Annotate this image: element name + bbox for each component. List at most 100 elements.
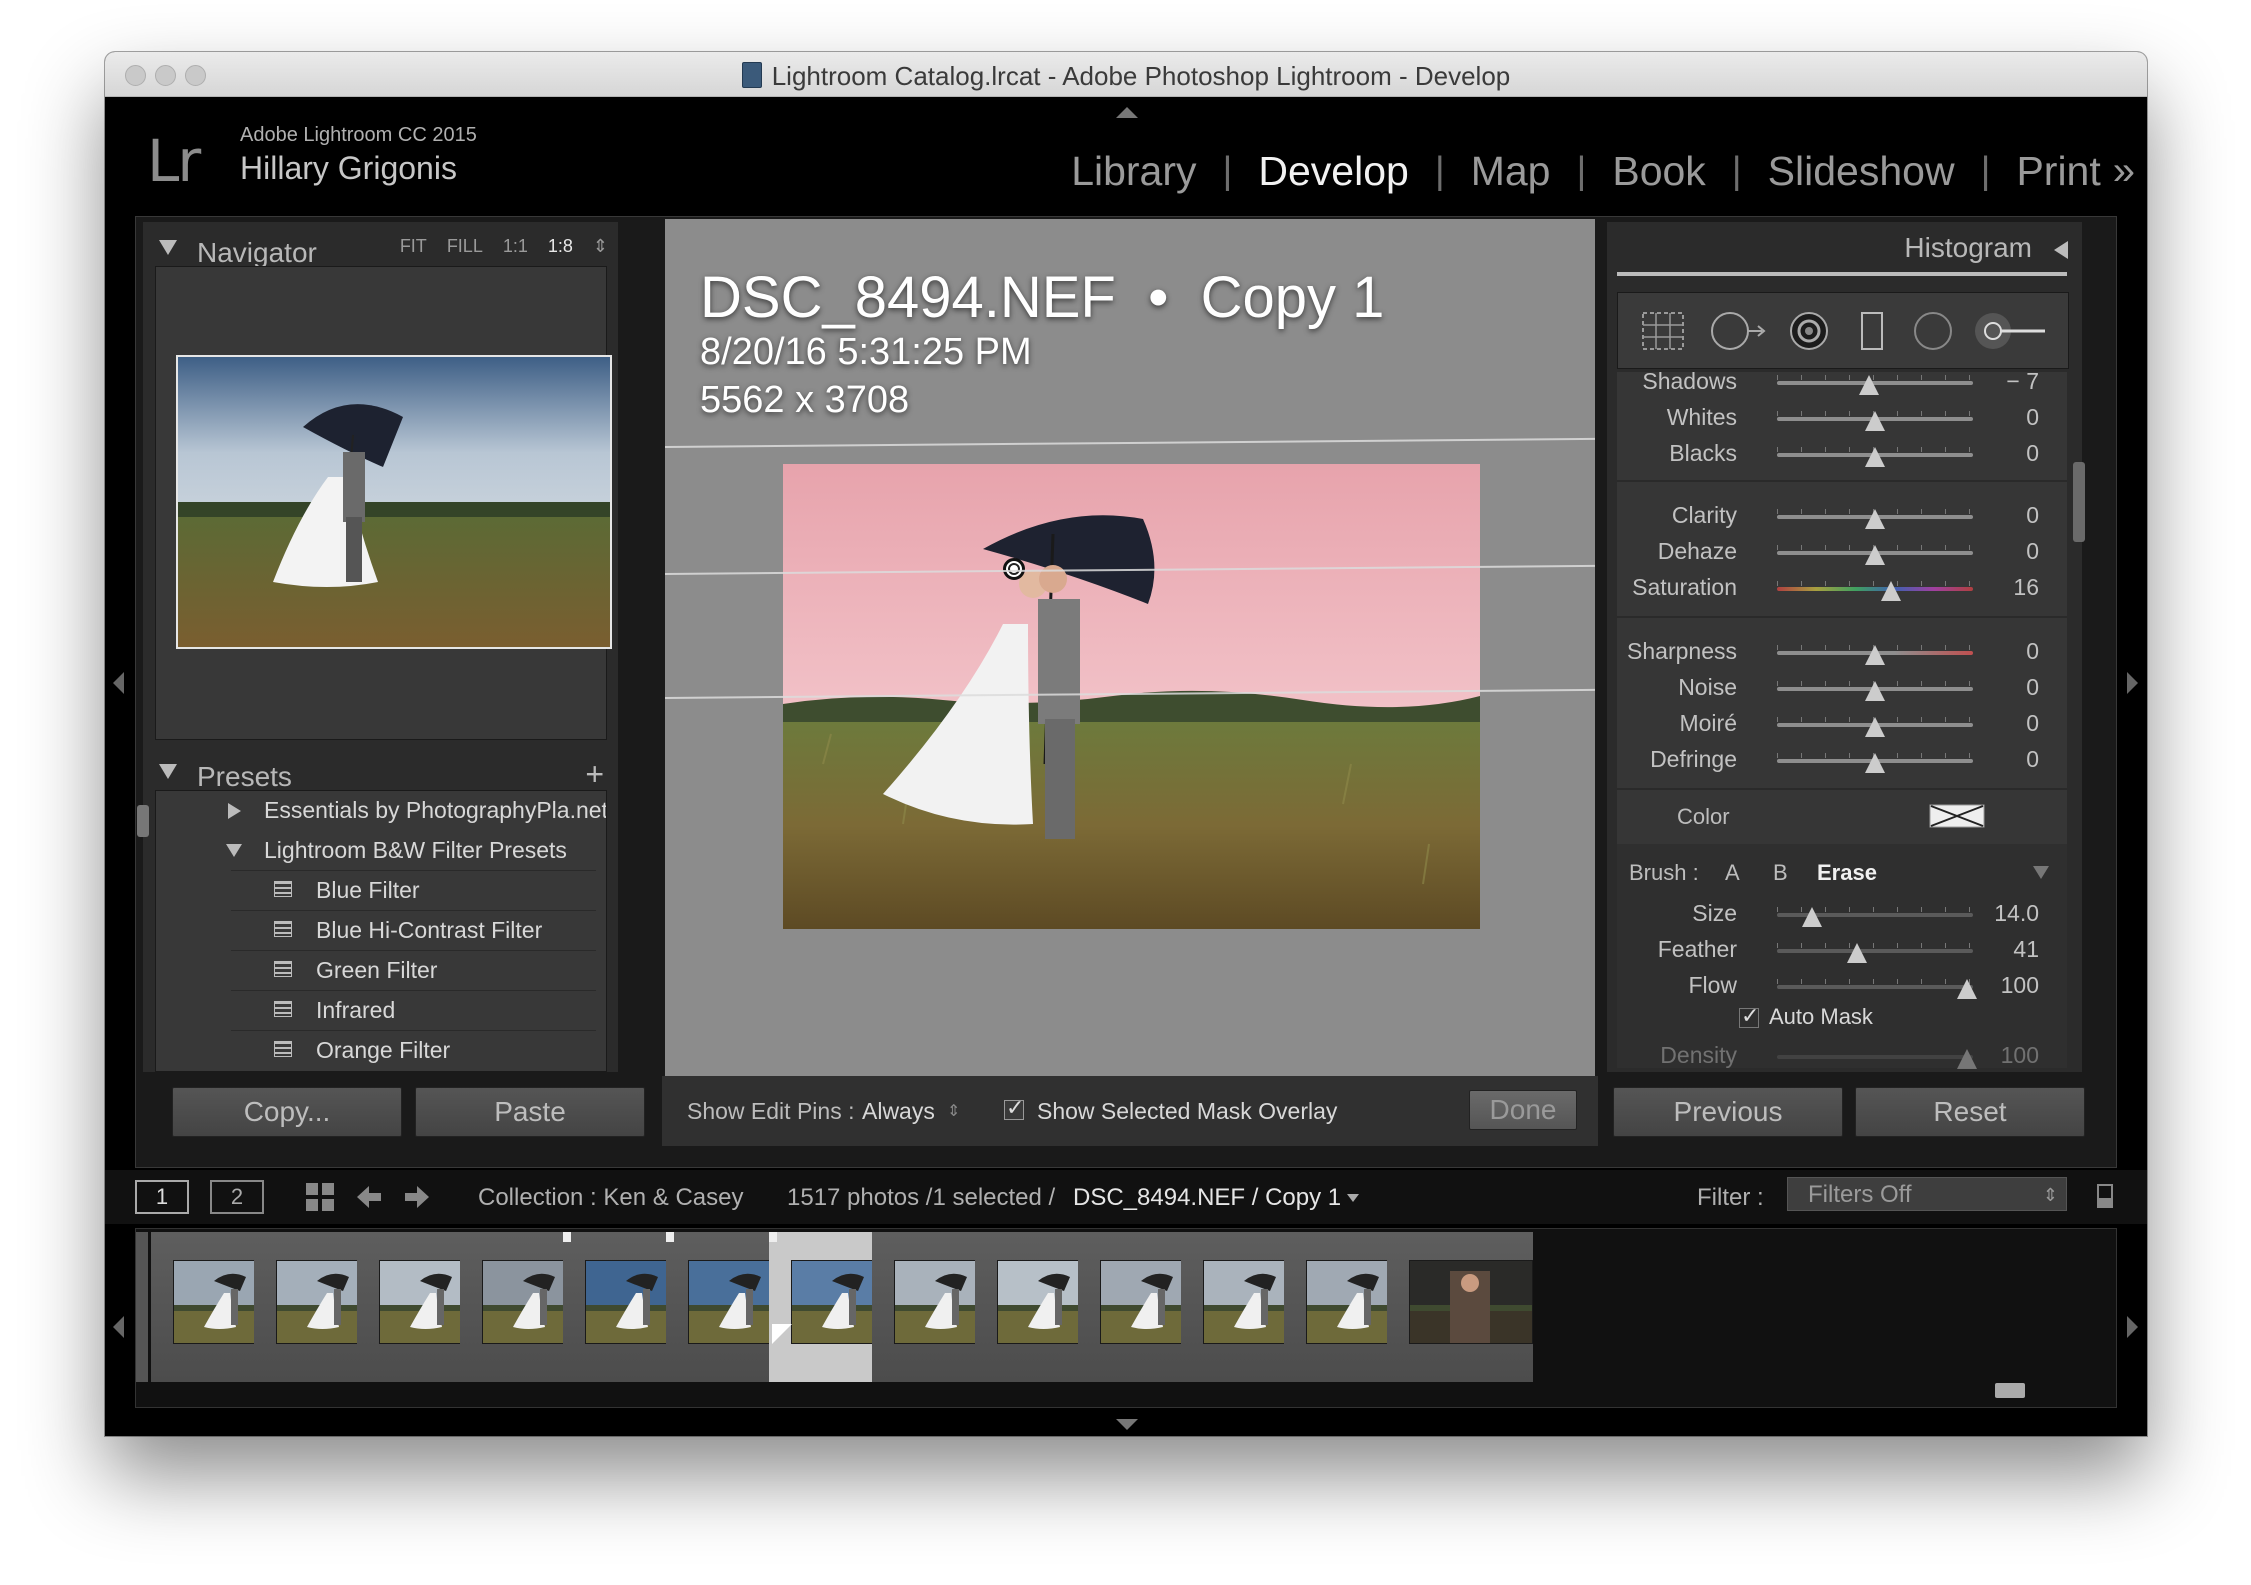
slider-defringe[interactable]: Defringe 0 xyxy=(1617,742,2067,778)
module-print[interactable]: Print xyxy=(2016,148,2100,195)
slider-value[interactable]: 14.0 xyxy=(1994,900,2039,927)
module-book[interactable]: Book xyxy=(1612,148,1705,195)
slider-value[interactable]: 41 xyxy=(2013,936,2039,963)
main-window-button[interactable]: 1 xyxy=(135,1180,189,1214)
slider-thumb[interactable] xyxy=(1865,545,1885,565)
slider-value[interactable]: 0 xyxy=(2026,710,2039,737)
expand-triangle-icon[interactable] xyxy=(228,803,241,819)
preset-item[interactable]: Blue Filter xyxy=(156,871,606,909)
filmstrip-scroll-left-icon[interactable] xyxy=(113,1316,124,1338)
slider-track[interactable] xyxy=(1777,949,1973,953)
preset-folder-essentials[interactable]: Essentials by PhotographyPla.net xyxy=(156,791,606,829)
slider-whites[interactable]: Whites 0 xyxy=(1617,400,2067,436)
current-photo-name[interactable]: DSC_8494.NEF / Copy 1 xyxy=(1073,1184,1341,1212)
zoom-fill[interactable]: FILL xyxy=(447,236,483,257)
slider-sharpness[interactable]: Sharpness 0 xyxy=(1617,634,2067,670)
adjustment-brush-icon[interactable] xyxy=(1973,311,2053,351)
slider-shadows[interactable]: Shadows − 7 xyxy=(1617,364,2067,400)
show-mask-overlay-checkbox[interactable] xyxy=(1004,1095,1024,1121)
filmstrip-cell[interactable] xyxy=(1387,1232,1533,1382)
show-edit-pins-select[interactable]: Always xyxy=(862,1098,935,1125)
preset-item[interactable]: Blue Hi-Contrast Filter xyxy=(156,911,606,949)
navigator-preview[interactable] xyxy=(155,266,612,740)
module-map[interactable]: Map xyxy=(1471,148,1551,195)
histogram-header[interactable]: Histogram xyxy=(1607,224,2082,270)
left-panel-scrollbar[interactable] xyxy=(137,805,149,837)
module-slideshow[interactable]: Slideshow xyxy=(1768,148,1955,195)
right-panel-scrollbar[interactable] xyxy=(2073,462,2085,542)
graduated-filter-icon[interactable] xyxy=(1852,311,1892,351)
module-develop[interactable]: Develop xyxy=(1258,148,1408,195)
auto-mask-checkbox[interactable] xyxy=(1739,1003,1759,1029)
slider-value[interactable]: 0 xyxy=(2026,746,2039,773)
filter-select[interactable]: Filters Off ⇕ xyxy=(1787,1177,2067,1211)
slider-thumb[interactable] xyxy=(1865,447,1885,467)
slider-brush-feather[interactable]: Feather 41 xyxy=(1617,932,2067,968)
collapse-right-panel-arrow-icon[interactable] xyxy=(2127,672,2138,694)
slider-value[interactable]: 0 xyxy=(2026,502,2039,529)
filmstrip-thumbnail[interactable] xyxy=(1409,1260,1533,1344)
filmstrip-scrollbar[interactable] xyxy=(1995,1383,2025,1398)
slider-thumb[interactable] xyxy=(1802,907,1823,927)
previous-button[interactable]: Previous xyxy=(1613,1087,1843,1137)
slider-saturation[interactable]: Saturation 16 xyxy=(1617,570,2067,606)
navigator-header[interactable]: Navigator FIT FILL 1:1 1:8 ⇕ xyxy=(143,224,618,270)
radial-filter-icon[interactable] xyxy=(1910,311,1956,351)
collapse-left-panel-arrow-icon[interactable] xyxy=(113,672,124,694)
collapse-histogram-icon[interactable] xyxy=(2054,241,2068,259)
slider-track[interactable] xyxy=(1777,587,1973,591)
slider-brush-density[interactable]: Density 100 xyxy=(1617,1038,2067,1074)
collapse-triangle-icon[interactable] xyxy=(226,844,242,857)
slider-thumb[interactable] xyxy=(1859,375,1880,395)
slider-thumb[interactable] xyxy=(1865,411,1885,431)
slider-brush-flow[interactable]: Flow 100 xyxy=(1617,968,2067,1004)
slider-value[interactable]: 16 xyxy=(2013,574,2039,601)
paste-settings-button[interactable]: Paste xyxy=(415,1087,645,1137)
slider-value[interactable]: 0 xyxy=(2026,538,2039,565)
image-view[interactable]: DSC_8494.NEF • Copy 1 8/20/16 5:31:25 PM… xyxy=(664,219,1595,1077)
back-arrow-icon[interactable] xyxy=(355,1184,383,1210)
slider-thumb[interactable] xyxy=(1865,717,1885,737)
zoom-1-1[interactable]: 1:1 xyxy=(503,236,528,257)
select-stepper-icon[interactable]: ⇕ xyxy=(947,1101,960,1121)
slider-brush-size[interactable]: Size 14.0 xyxy=(1617,896,2067,932)
preset-item[interactable]: Green Filter xyxy=(156,951,606,989)
slider-thumb[interactable] xyxy=(1847,943,1868,963)
slider-track[interactable] xyxy=(1777,1055,1973,1059)
preset-item[interactable]: Infrared xyxy=(156,991,606,1029)
module-library[interactable]: Library xyxy=(1071,148,1196,195)
slider-value[interactable]: 0 xyxy=(2026,404,2039,431)
preset-folder-bw-filters[interactable]: Lightroom B&W Filter Presets xyxy=(156,831,606,869)
slider-blacks[interactable]: Blacks 0 xyxy=(1617,436,2067,472)
navigator-thumbnail[interactable] xyxy=(176,355,612,649)
brush-a-tab[interactable]: A xyxy=(1725,860,1740,886)
slider-thumb[interactable] xyxy=(1865,645,1885,665)
zoom-1-8[interactable]: 1:8 xyxy=(548,236,573,257)
slider-thumb[interactable] xyxy=(1957,979,1978,999)
slider-moire[interactable]: Moiré 0 xyxy=(1617,706,2067,742)
slider-thumb[interactable] xyxy=(1865,681,1885,701)
grid-view-icon[interactable] xyxy=(305,1182,335,1212)
forward-arrow-icon[interactable] xyxy=(403,1184,431,1210)
slider-thumb[interactable] xyxy=(1865,509,1885,529)
slider-thumb[interactable] xyxy=(1880,581,1901,601)
reset-button[interactable]: Reset xyxy=(1855,1087,2085,1137)
slider-value[interactable]: 100 xyxy=(2001,1042,2039,1069)
zoom-stepper-icon[interactable]: ⇕ xyxy=(593,236,608,257)
filmstrip-scroll-right-icon[interactable] xyxy=(2127,1316,2138,1338)
slider-thumb[interactable] xyxy=(1957,1049,1978,1069)
photo-menu-icon[interactable] xyxy=(1347,1194,1359,1202)
collection-source[interactable]: Collection : Ken & Casey xyxy=(478,1184,743,1212)
brush-erase-tab[interactable]: Erase xyxy=(1817,860,1877,886)
copy-settings-button[interactable]: Copy... xyxy=(172,1087,402,1137)
secondary-window-button[interactable]: 2 xyxy=(210,1180,264,1214)
slider-value[interactable]: 0 xyxy=(2026,638,2039,665)
slider-track[interactable] xyxy=(1777,985,1973,989)
slider-noise[interactable]: Noise 0 xyxy=(1617,670,2067,706)
add-preset-icon[interactable]: + xyxy=(585,756,604,793)
collapse-filmstrip-arrow-icon[interactable] xyxy=(1116,1419,1138,1430)
collapse-top-panel-arrow-icon[interactable] xyxy=(1116,107,1138,118)
preset-item[interactable]: Orange Filter xyxy=(156,1031,606,1069)
slider-value[interactable]: 0 xyxy=(2026,440,2039,467)
slider-dehaze[interactable]: Dehaze 0 xyxy=(1617,534,2067,570)
